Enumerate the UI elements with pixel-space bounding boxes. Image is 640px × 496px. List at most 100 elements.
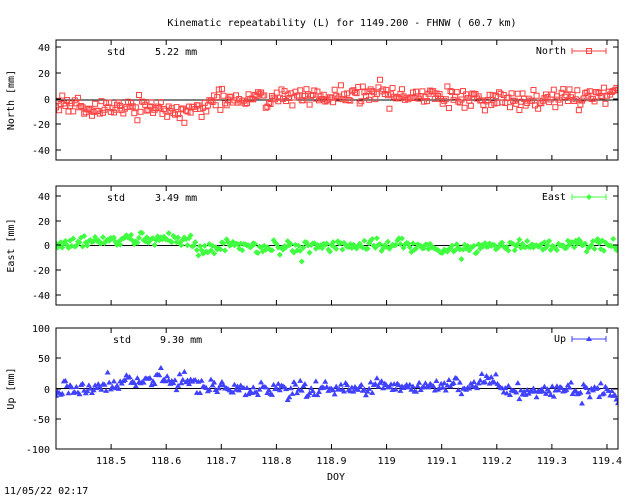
data-point — [198, 377, 205, 383]
data-point — [207, 376, 214, 382]
std-label: std — [113, 335, 131, 346]
data-point — [541, 383, 548, 389]
x-tick-label: 118.8 — [261, 456, 291, 467]
data-point — [578, 400, 585, 406]
data-point — [458, 256, 465, 263]
std-label: std — [107, 193, 125, 204]
chart-title: Kinematic repeatability (L) for 1149.200… — [167, 18, 516, 29]
data-point — [301, 381, 308, 387]
y-tick-label: -50 — [32, 415, 50, 426]
data-point — [367, 379, 374, 385]
data-point — [306, 101, 313, 108]
data-point — [92, 100, 99, 107]
std-value: 3.49 mm — [155, 193, 197, 204]
y-tick-label: 40 — [38, 43, 50, 54]
data-marks-north — [56, 76, 618, 126]
data-point — [575, 107, 582, 114]
data-point — [181, 368, 188, 374]
x-tick-label: 118.9 — [316, 456, 346, 467]
data-point — [289, 390, 296, 396]
data-point — [134, 375, 141, 381]
data-point — [289, 102, 296, 109]
y-tick-label: 100 — [32, 324, 50, 335]
y-tick-label: 0 — [44, 95, 50, 106]
data-point — [134, 117, 141, 124]
panel-east: 40 20 0 -20 -40 East [mm] std 3.49 mm East — [6, 185, 619, 306]
data-point — [524, 238, 531, 245]
x-tick-labels: 118.5 118.6 118.7 118.8 118.9 119 119.1 119.2 11… — [96, 456, 622, 467]
data-point — [455, 387, 462, 393]
data-point — [198, 113, 205, 120]
data-point — [115, 99, 122, 106]
std-label: std — [107, 47, 125, 58]
data-point — [358, 381, 365, 387]
data-point — [270, 381, 277, 387]
x-axis-label: DOY — [327, 472, 345, 483]
data-point — [568, 379, 575, 385]
data-point — [467, 102, 474, 109]
y-tick-label: -40 — [32, 146, 50, 157]
data-point — [157, 364, 164, 370]
y-tick-label: 40 — [38, 192, 50, 203]
data-point — [516, 106, 523, 113]
data-point — [571, 97, 578, 104]
data-point — [586, 394, 593, 400]
data-point — [470, 379, 477, 385]
data-point — [222, 100, 229, 107]
legend-label: East — [542, 192, 566, 203]
data-point — [514, 380, 521, 386]
data-point — [373, 235, 380, 242]
data-point — [104, 369, 111, 375]
y-tick-label: 20 — [38, 217, 50, 228]
x-tick-label: 119.4 — [592, 456, 622, 467]
data-point — [135, 91, 142, 98]
data-point — [511, 97, 518, 104]
data-point — [445, 105, 452, 112]
data-point — [164, 373, 171, 379]
data-point — [373, 375, 380, 381]
data-point — [223, 102, 230, 109]
data-point — [597, 380, 604, 386]
y-axis-label: East [mm] — [6, 218, 17, 272]
data-marks-east — [56, 229, 618, 265]
x-tick-label: 118.6 — [151, 456, 181, 467]
data-point — [610, 235, 617, 242]
y-tick-label: -20 — [32, 266, 50, 277]
data-point — [298, 258, 305, 265]
panel-north: 40 20 0 -20 -40 North [mm] std 5.22 mm North — [6, 39, 619, 161]
x-tick-label: 119.1 — [427, 456, 457, 467]
y-tick-label: 0 — [44, 241, 50, 252]
figure: Kinematic repeatability (L) for 1149.200… — [4, 18, 622, 496]
legend-label: Up — [554, 334, 566, 345]
data-point — [566, 86, 573, 93]
data-point — [214, 94, 221, 101]
data-point — [250, 384, 257, 390]
data-point — [106, 379, 113, 385]
data-point — [460, 88, 467, 95]
data-point — [337, 381, 344, 387]
data-point — [516, 396, 523, 402]
data-point — [151, 242, 158, 249]
data-point — [322, 378, 329, 384]
y-tick-label: 0 — [44, 385, 50, 396]
data-point — [131, 110, 138, 117]
data-point — [110, 378, 117, 384]
data-point — [337, 82, 344, 89]
data-point — [505, 382, 512, 388]
data-point — [281, 88, 288, 95]
data-point — [445, 377, 452, 383]
data-point — [120, 110, 127, 117]
y-axis-label: North [mm] — [6, 70, 17, 130]
data-point — [478, 371, 485, 377]
data-point — [377, 76, 384, 83]
data-point — [203, 108, 210, 115]
std-value: 9.30 mm — [160, 335, 202, 346]
data-point — [602, 100, 609, 107]
data-point — [481, 107, 488, 114]
data-point — [165, 230, 172, 237]
x-tick-label: 119.2 — [482, 456, 512, 467]
y-tick-label: -100 — [26, 445, 50, 456]
data-point — [386, 105, 393, 112]
panel-up: 100 50 0 -50 -100 Up [mm] std 9.30 mm Up — [6, 324, 619, 456]
data-point — [492, 371, 499, 377]
